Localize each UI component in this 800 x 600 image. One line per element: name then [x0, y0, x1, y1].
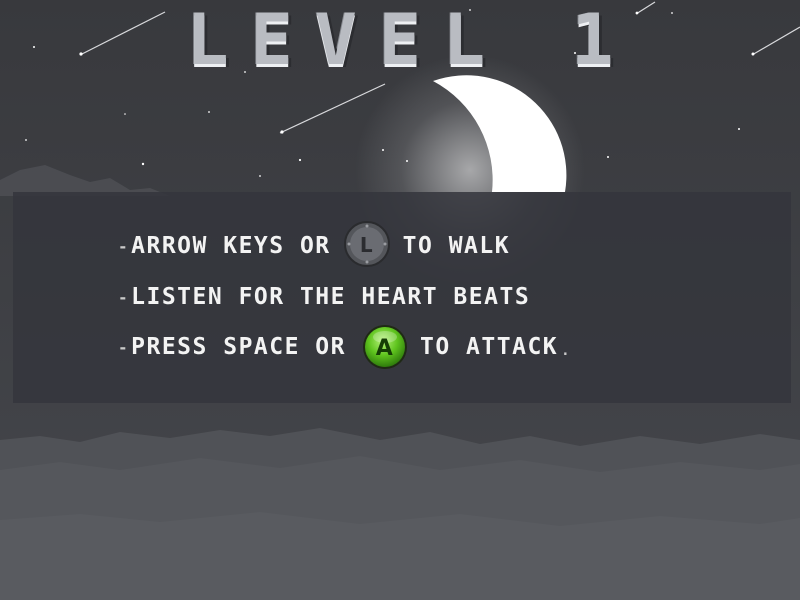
- bullet-dash: -: [118, 236, 130, 256]
- instruction-listen: - LISTEN FOR THE HEART BEATS: [118, 277, 530, 317]
- instruction-attack: - PRESS SPACE OR A TO ATTACK .: [118, 325, 572, 369]
- a-button-letter: A: [376, 336, 395, 361]
- instruction-attack-prefix: PRESS SPACE OR: [131, 334, 347, 360]
- analog-stick-icon: L: [343, 221, 390, 267]
- bullet-dash: -: [118, 337, 130, 357]
- instruction-end-period: .: [561, 343, 572, 359]
- instruction-walk: - ARROW KEYS OR L TO WALK: [118, 221, 511, 267]
- instruction-listen-text: LISTEN FOR THE HEART BEATS: [131, 284, 531, 310]
- bullet-dash: -: [118, 287, 130, 307]
- instruction-walk-prefix: ARROW KEYS OR: [131, 233, 331, 259]
- analog-stick-letter: L: [360, 233, 374, 257]
- level-title: LEVEL 1: [186, 0, 636, 81]
- instruction-attack-suffix: TO ATTACK: [420, 334, 559, 360]
- a-button-icon: A: [363, 325, 408, 369]
- instruction-walk-suffix: TO WALK: [402, 233, 511, 259]
